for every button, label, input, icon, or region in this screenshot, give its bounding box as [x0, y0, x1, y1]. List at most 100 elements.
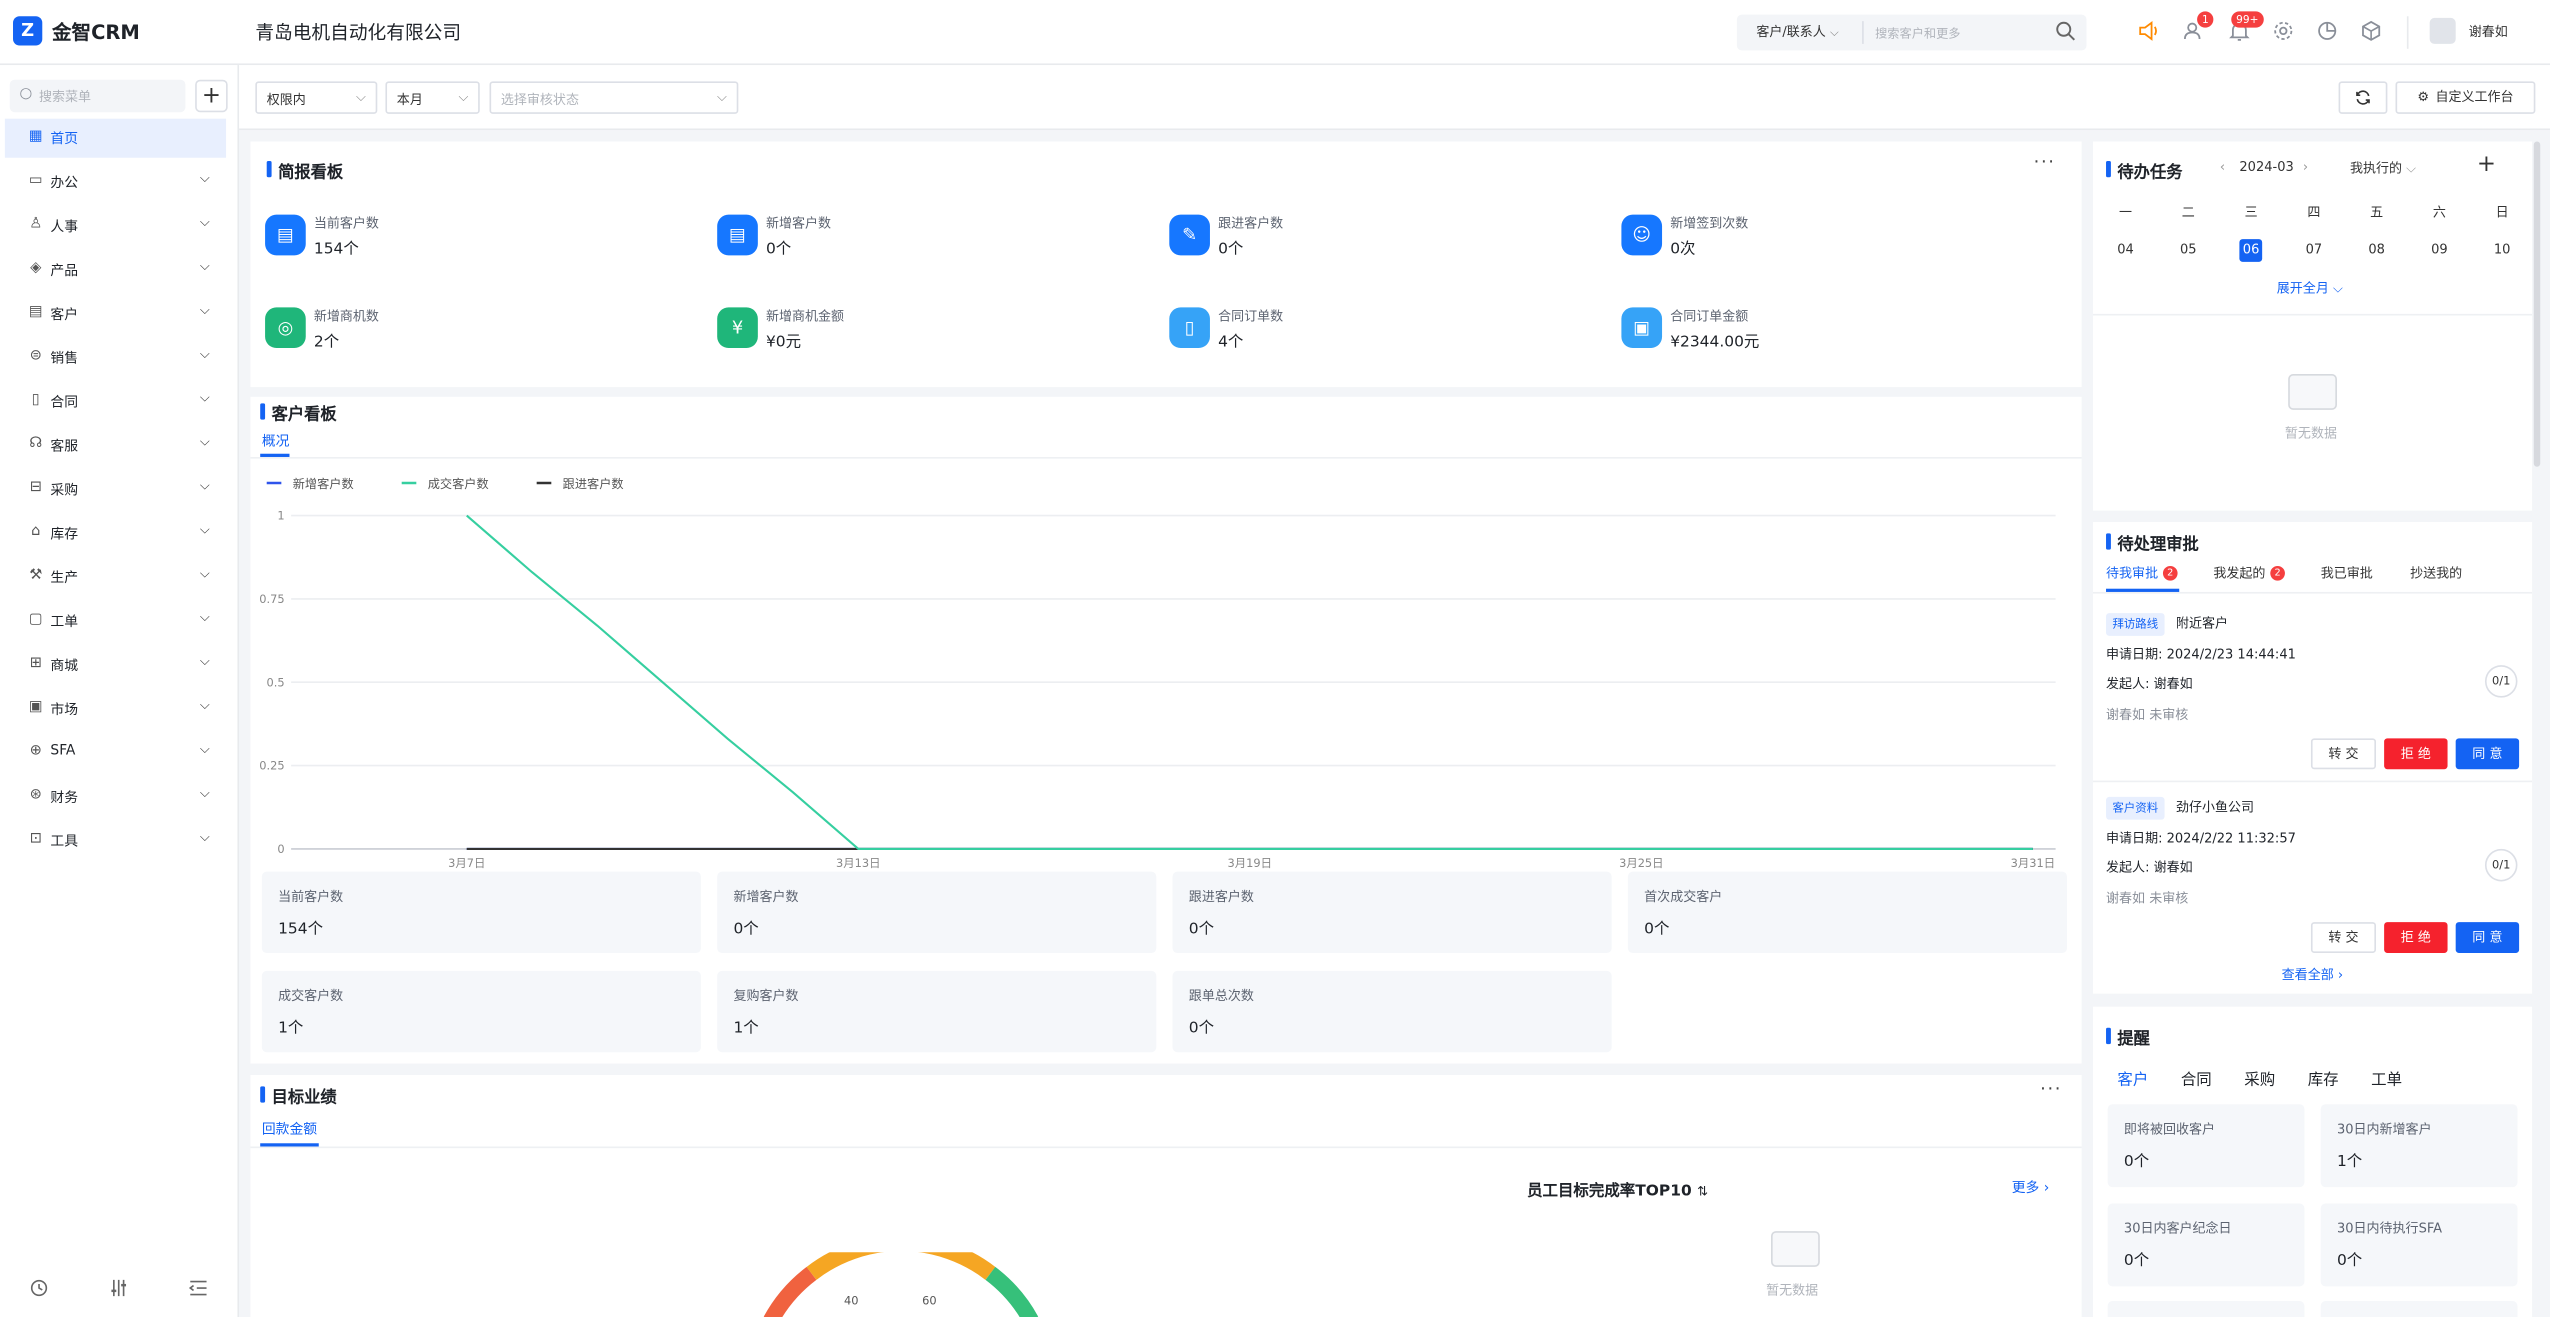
prev-month-icon[interactable]: ‹: [2220, 159, 2225, 174]
chevron-down-icon: ⌵: [199, 565, 210, 581]
chevron-down-icon: ⌵: [199, 653, 210, 669]
refresh-button[interactable]: [2338, 81, 2388, 114]
approval-tab[interactable]: 我发起的 2: [2213, 564, 2285, 582]
approval-tab[interactable]: 待我审批 2: [2106, 564, 2178, 582]
reminder-card[interactable]: 30日内新增客户 1个: [2320, 1104, 2518, 1188]
avatar[interactable]: [2429, 17, 2456, 44]
sidebar-item[interactable]: ▣ 市场 ⌵: [5, 690, 226, 729]
period-select[interactable]: 本月 ⌵: [385, 81, 480, 114]
stat-label: 合同订单金额: [1670, 308, 1749, 324]
calendar-day[interactable]: 10: [2491, 239, 2514, 262]
reminder-tab[interactable]: 采购: [2244, 1067, 2275, 1090]
reminder-tab[interactable]: 合同: [2181, 1067, 2212, 1090]
reject-button[interactable]: 拒 绝: [2384, 922, 2448, 954]
expand-month-link[interactable]: 展开全月 ⌵: [2277, 280, 2343, 298]
reminder-value: 1个: [2336, 1153, 2363, 1171]
search-type-select[interactable]: 客户/联系人 ⌵: [1756, 23, 1838, 41]
sidebar-item[interactable]: ⌂ 库存 ⌵: [5, 514, 226, 553]
sidebar-item[interactable]: ▦ 首页: [4, 118, 227, 158]
sidebar-item[interactable]: ⊟ 采购 ⌵: [5, 470, 226, 509]
sidebar-item[interactable]: ⊕ SFA ⌵: [5, 733, 226, 772]
more-link[interactable]: 更多 ›: [2012, 1177, 2050, 1197]
sidebar-item[interactable]: ◈ 产品 ⌵: [5, 250, 226, 289]
sidebar: ○ 搜索菜单 + ▦ 首页 ▭ 办公 ⌵ ♙ 人事 ⌵ ◈ 产品 ⌵ ▤ 客户 ⌵ ⊜ 销售 ⌵ ▯ 合同 ⌵ ☊ 客服 ⌵…: [0, 65, 240, 1317]
stat-value: 0个: [1218, 240, 1244, 259]
palette-icon[interactable]: [2316, 20, 2339, 43]
reminder-card[interactable]: 即将被回收客户 0个: [2107, 1104, 2305, 1188]
sidebar-item[interactable]: ▢ 工单 ⌵: [5, 602, 226, 641]
approval-status-select[interactable]: 选择审核状态 ⌵: [489, 81, 739, 114]
sidebar-item[interactable]: ⊛ 财务 ⌵: [5, 777, 226, 816]
tab-overview[interactable]: 概况: [262, 431, 290, 450]
history-icon[interactable]: [26, 1278, 52, 1302]
search-icon: ○: [19, 86, 33, 103]
agree-button[interactable]: 同 意: [2455, 922, 2520, 954]
calendar-day[interactable]: 09: [2428, 239, 2451, 262]
stat-label: 新增签到次数: [1670, 216, 1749, 231]
sidebar-item[interactable]: ⊡ 工具 ⌵: [5, 821, 226, 860]
transfer-button[interactable]: 转 交: [2310, 922, 2376, 954]
customer-stat-value: 1个: [733, 1019, 759, 1038]
add-shortcut-button[interactable]: +: [195, 79, 228, 113]
calendar-day[interactable]: 06: [2239, 239, 2263, 262]
tab-payment-amount[interactable]: 回款金额: [262, 1119, 317, 1138]
sidebar-item[interactable]: ⊞ 商城 ⌵: [5, 646, 226, 685]
add-task-button[interactable]: +: [2477, 151, 2496, 177]
reminder-card[interactable]: 30日内待执行SFA 0个: [2320, 1203, 2518, 1287]
gear-icon[interactable]: [2272, 20, 2295, 43]
reminder-card[interactable]: 30日内客户纪念日 0个: [2107, 1203, 2305, 1287]
brand-name: 金智CRM: [52, 21, 140, 44]
chevron-down-icon: ⌵: [199, 346, 210, 362]
calendar-day[interactable]: 05: [2177, 239, 2200, 262]
scope-select[interactable]: 权限内 ⌵: [255, 81, 378, 114]
sidebar-item-label: 合同: [50, 395, 79, 412]
approval-title: 待处理审批: [2106, 530, 2199, 555]
search-icon[interactable]: [2054, 20, 2077, 43]
calendar-day[interactable]: 08: [2365, 239, 2388, 262]
production-icon: ⚒: [29, 567, 43, 584]
sidebar-item[interactable]: ▯ 合同 ⌵: [5, 382, 226, 421]
sidebar-item[interactable]: ♙ 人事 ⌵: [5, 207, 226, 246]
approval-tab[interactable]: 我已审批: [2321, 564, 2373, 582]
approval-tab[interactable]: 抄送我的: [2410, 564, 2462, 582]
sidebar-item[interactable]: ⚒ 生产 ⌵: [5, 558, 226, 597]
scrollbar[interactable]: [2533, 141, 2541, 467]
sidebar-item[interactable]: ▭ 办公 ⌵: [5, 163, 226, 202]
reminder-tab[interactable]: 工单: [2371, 1067, 2402, 1090]
user-name[interactable]: 谢春如: [2469, 23, 2508, 41]
custom-workbench-button[interactable]: ⚙ 自定义工作台: [2395, 81, 2536, 114]
stat-value: 0个: [765, 240, 792, 259]
sliders-icon[interactable]: [106, 1278, 132, 1302]
more-options-icon[interactable]: ···: [2040, 1078, 2062, 1099]
box-icon: ◈: [30, 260, 42, 277]
cube-icon[interactable]: [2360, 20, 2383, 43]
sidebar-item[interactable]: ⊜ 销售 ⌵: [5, 338, 226, 377]
search-input[interactable]: 搜索客户和更多: [1875, 24, 1960, 42]
agree-button[interactable]: 同 意: [2455, 738, 2520, 770]
executor-filter[interactable]: 我执行的 ⌵: [2350, 159, 2416, 177]
sidebar-item[interactable]: ▤ 客户 ⌵: [5, 294, 226, 333]
reject-button[interactable]: 拒 绝: [2384, 738, 2448, 770]
announcement-icon[interactable]: [2137, 20, 2160, 43]
approval-status: 谢春如 未审核: [2106, 707, 2189, 723]
calendar-day[interactable]: 07: [2302, 239, 2325, 262]
more-options-icon[interactable]: ···: [2034, 151, 2056, 172]
calendar-day[interactable]: 04: [2114, 239, 2137, 262]
sidebar-item[interactable]: ☊ 客服 ⌵: [5, 426, 226, 465]
collapse-menu-icon[interactable]: [185, 1278, 211, 1302]
view-all-link[interactable]: 查看全部 ›: [2282, 966, 2343, 984]
reminder-tab[interactable]: 客户: [2117, 1067, 2148, 1090]
approval-name[interactable]: 劲仔小鱼公司: [2176, 799, 2254, 817]
ticket-icon: ▢: [28, 611, 43, 628]
menu-search-input[interactable]: ○ 搜索菜单: [9, 79, 186, 113]
stat-icon: ▤: [717, 214, 758, 256]
sales-icon: ⊜: [29, 348, 42, 365]
transfer-button[interactable]: 转 交: [2310, 738, 2376, 770]
next-month-icon[interactable]: ›: [2303, 159, 2308, 174]
reminder-tab[interactable]: 库存: [2308, 1067, 2339, 1090]
chevron-down-icon: ⌵: [199, 214, 210, 230]
notifications-badge: 99+: [2231, 11, 2264, 28]
approval-name[interactable]: 附近客户: [2176, 615, 2228, 633]
top-bar: Z 金智CRM 青岛电机自动化有限公司 客户/联系人 ⌵ 搜索客户和更多 1 9…: [0, 0, 2550, 66]
gear-icon: ⚙: [2417, 89, 2429, 105]
